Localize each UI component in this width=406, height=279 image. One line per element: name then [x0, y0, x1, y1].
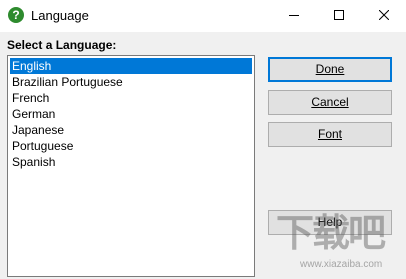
window-title: Language [31, 8, 89, 23]
minimize-icon [288, 15, 299, 16]
font-label: Font [317, 127, 342, 141]
language-listbox[interactable]: English Brazilian Portuguese French German J… [7, 55, 255, 277]
language-option[interactable]: Japanese [10, 122, 252, 138]
question-mark-icon: ? [8, 7, 24, 23]
language-option[interactable]: Spanish [10, 154, 252, 170]
help-button-face[interactable]: Help [268, 210, 392, 235]
font-button[interactable]: Font [268, 122, 392, 147]
language-option[interactable]: Portuguese [10, 138, 252, 154]
close-icon [378, 10, 389, 20]
help-button[interactable]: Help [268, 210, 392, 279]
language-option[interactable]: French [10, 90, 252, 106]
cancel-label: Cancel [311, 95, 349, 109]
language-option[interactable]: Brazilian Portuguese [10, 74, 252, 90]
done-button[interactable]: Done [268, 57, 392, 82]
close-button[interactable] [361, 0, 406, 30]
done-label: Done [315, 62, 345, 76]
help-label: Help [317, 215, 343, 229]
maximize-button[interactable] [316, 0, 361, 30]
select-language-label: Select a Language: [7, 38, 117, 52]
language-option[interactable]: English [10, 58, 252, 74]
language-option[interactable]: German [10, 106, 252, 122]
title-bar[interactable]: ? Language [0, 0, 406, 32]
maximize-icon [333, 10, 344, 20]
cancel-button[interactable]: Cancel [268, 90, 392, 115]
dialog-body: Select a Language: English Brazilian Port… [0, 32, 406, 279]
minimize-button[interactable] [271, 0, 316, 30]
